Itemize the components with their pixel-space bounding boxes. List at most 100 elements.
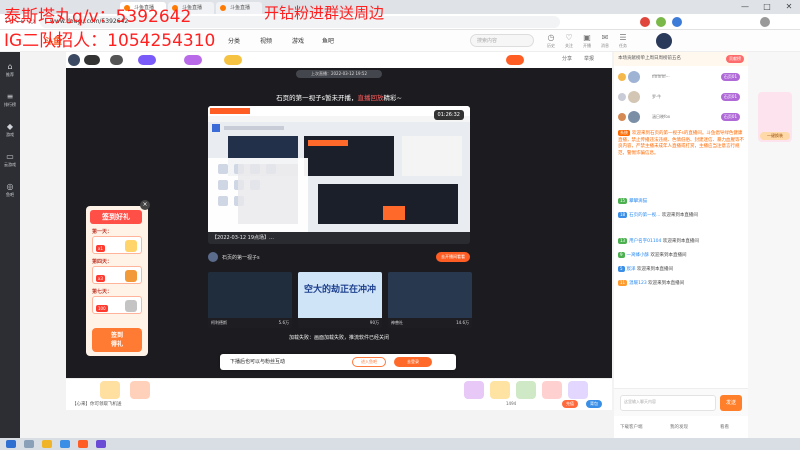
video-views: 90万 [369, 320, 379, 325]
look-link[interactable]: 看看 [720, 424, 729, 430]
start-icon[interactable] [6, 440, 16, 448]
task-icon: ☰ [619, 33, 627, 42]
fishball-count: 1494 [506, 401, 517, 406]
download-client-link[interactable]: 下载客户端 [620, 424, 643, 430]
chat-input[interactable]: 这里输入聊天内容 [620, 395, 716, 411]
last-live-pill: 上次直播：2022-03-12 19:52 [296, 70, 382, 78]
list-icon: ≡ [6, 92, 14, 101]
menu-icon[interactable] [760, 17, 770, 27]
sidebar-footer: 下载客户端 我的发现 看看 [614, 418, 748, 438]
recharge-button[interactable]: 充值 [562, 400, 578, 408]
extension-icon[interactable] [640, 17, 650, 27]
chat-message: 5 宸泽 欢迎来到本直播间 [618, 266, 673, 272]
gift-item[interactable] [100, 381, 120, 399]
replay-link[interactable]: 直播回放 [357, 94, 383, 102]
rail-item-recommend[interactable]: ⌂ 推荐 [0, 62, 20, 78]
broadcast-button[interactable]: ▣ 开播 [580, 33, 594, 49]
close-icon[interactable]: × [140, 200, 150, 210]
video-thumbnail [208, 272, 292, 318]
share-button[interactable]: 分享 [562, 55, 572, 62]
rank-row[interactable]: 罗·牛 石页01 [618, 90, 744, 104]
checkin-gift: x1 [92, 236, 142, 254]
overlay-fans-text: 开钻粉进群送周边 [264, 4, 385, 22]
overlay-recruit-text: IG二队招人：1054254310 [4, 31, 216, 51]
rail-item-yuba[interactable]: ◎ 鱼吧 [0, 182, 20, 198]
streamer-avatar[interactable] [68, 54, 80, 66]
gift-icon [125, 240, 137, 252]
gift-item[interactable] [542, 381, 562, 399]
chat-list: 系统 欢迎来到石页的第一视子s的直播间。斗鱼倡导绿色健康直播，禁止传播违法违规、色… [614, 126, 748, 416]
user-avatar[interactable] [656, 33, 672, 49]
task-button[interactable]: ☰ 任务 [616, 33, 630, 49]
fan-badge: 石页01 [720, 93, 740, 101]
folder-icon[interactable] [42, 440, 52, 448]
chat-message: 11 温暖123 欢迎来到本直播间 [618, 280, 685, 286]
follow-button[interactable]: ♡ 关注 [562, 33, 576, 49]
rank-row[interactable]: 涵日晓fox 石页01 [618, 110, 744, 124]
send-button[interactable]: 发送 [720, 395, 742, 411]
gift-item[interactable] [130, 381, 150, 399]
streamer-mini-avatar[interactable] [208, 252, 218, 262]
app-icon[interactable] [96, 440, 106, 448]
dressup-ad[interactable]: 一键换装 [758, 92, 792, 142]
search-icon[interactable] [24, 440, 34, 448]
room-tag [224, 55, 243, 65]
streamer-name[interactable]: 石页的第一视子s [222, 254, 260, 261]
avatar [628, 91, 640, 103]
nav-category[interactable]: 分类 [228, 36, 240, 45]
rank-button[interactable]: 贡献榜 [726, 55, 744, 63]
avatar [628, 71, 640, 83]
os-taskbar [0, 438, 800, 450]
minimize-button[interactable]: — [734, 0, 756, 14]
video-title: 柯利德斯 [211, 320, 227, 325]
enter-yuba-button[interactable]: 进入鱼吧 [352, 357, 386, 367]
recommended-video[interactable]: 空大的劫正在冲冲 90万 [298, 272, 382, 328]
fish-icon: ◎ [6, 182, 14, 191]
message-button[interactable]: ✉ 消息 [598, 33, 612, 49]
backpack-button[interactable]: 背包 [586, 400, 602, 408]
nav-yuba[interactable]: 鱼吧 [322, 36, 334, 45]
go-room-button[interactable]: 去开播间看看 [436, 252, 470, 262]
message-icon: ✉ [601, 33, 609, 42]
login-button[interactable]: 去登录 [394, 357, 432, 367]
discover-link[interactable]: 我的发现 [670, 424, 688, 430]
recommended-video[interactable]: 神兽社 14.6万 [388, 272, 472, 328]
nav-video[interactable]: 视频 [260, 36, 272, 45]
tv-icon: ▭ [6, 152, 14, 161]
gift-bar-tip: 【心来】你可领取飞机送 [72, 402, 122, 407]
extension-icon[interactable] [672, 17, 682, 27]
search-input[interactable]: 搜索内容 [470, 34, 534, 47]
browser-tab[interactable]: 斗鱼直播 [216, 2, 262, 14]
video-title: 神兽社 [391, 320, 403, 325]
follow-streamer-button[interactable] [506, 55, 525, 65]
bronze-medal-icon [618, 113, 626, 121]
gift-item[interactable] [464, 381, 484, 399]
extension-icon[interactable] [656, 17, 666, 27]
rail-item-rank[interactable]: ≡ 排行榜 [0, 92, 20, 108]
gift-item[interactable] [568, 381, 588, 399]
report-button[interactable]: 举报 [584, 55, 594, 62]
checkin-gift: 100 [92, 296, 142, 314]
gift-item[interactable] [516, 381, 536, 399]
recommended-video[interactable]: 柯利德斯 5.6万 [208, 272, 292, 328]
history-button[interactable]: ◷ 历史 [544, 33, 558, 49]
video-views: 5.6万 [278, 320, 289, 325]
room-tag [110, 55, 124, 65]
rail-item-games[interactable]: ◆ 游戏 [0, 122, 20, 138]
close-window-button[interactable]: ✕ [778, 0, 800, 14]
ad-column: 一键换装 [748, 52, 800, 438]
gift-item[interactable] [490, 381, 510, 399]
chat-message: 13 用户名字01104 欢迎来到本直播间 [618, 238, 699, 244]
overlay-qq-text: 泰斯塔丸q/v：5392642 [4, 7, 192, 27]
video-thumbnail [388, 272, 472, 318]
nav-games[interactable]: 游戏 [292, 36, 304, 45]
app-icon[interactable] [78, 440, 88, 448]
maximize-button[interactable]: □ [756, 0, 778, 14]
checkin-button[interactable]: 签到 得礼 [92, 328, 142, 352]
history-icon: ◷ [547, 33, 555, 42]
rank-row[interactable]: ffffffffff··· 石页01 [618, 70, 744, 84]
rail-item-cloudgame[interactable]: ▭ 云游戏 [0, 152, 20, 168]
video-thumbnail: 空大的劫正在冲冲 [298, 272, 382, 318]
replay-card[interactable]: 01:26:32 【2022-03-12 19点场】… [208, 106, 470, 244]
browser-icon[interactable] [60, 440, 70, 448]
